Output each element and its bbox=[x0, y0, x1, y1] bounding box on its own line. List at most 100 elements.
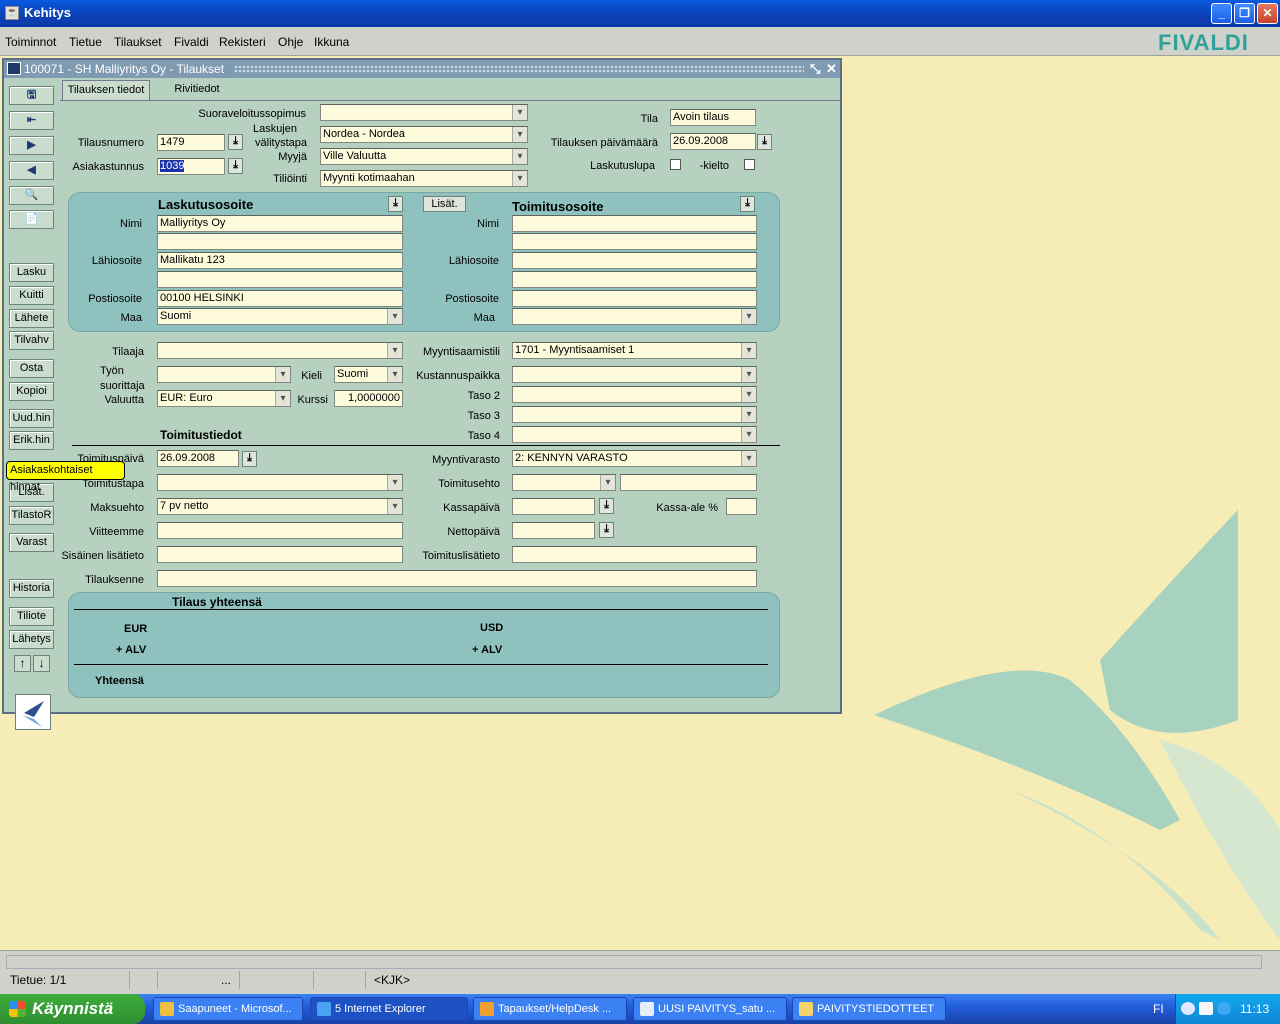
toimitusehto-text-field[interactable] bbox=[620, 474, 757, 491]
tilvahv-button[interactable]: Tilvahv bbox=[9, 331, 54, 350]
tray-mail-icon[interactable] bbox=[1199, 1002, 1213, 1015]
shipping-lahiosoite-field[interactable] bbox=[512, 252, 757, 269]
tab-tilauksen-tiedot[interactable]: Tilauksen tiedot bbox=[62, 80, 150, 100]
suoraveloitus-select[interactable] bbox=[320, 104, 528, 121]
menu-ohje[interactable]: Ohje bbox=[278, 35, 303, 49]
toimituspaiva-calendar-icon[interactable]: ⤓ bbox=[242, 451, 257, 467]
menu-tietue[interactable]: Tietue bbox=[69, 35, 102, 49]
tila-field[interactable]: Avoin tilaus bbox=[670, 109, 756, 126]
maksuehto-select[interactable]: 7 pv netto bbox=[157, 498, 403, 515]
kassapaiva-calendar-icon[interactable]: ⤓ bbox=[599, 498, 614, 514]
lahete-button[interactable]: Lähete bbox=[9, 309, 54, 328]
valuutta-select[interactable]: EUR: Euro bbox=[157, 390, 291, 407]
osta-button[interactable]: Osta bbox=[9, 359, 54, 378]
taso4-select[interactable] bbox=[512, 426, 757, 443]
kuitti-button[interactable]: Kuitti bbox=[9, 286, 54, 305]
tray-network-icon[interactable] bbox=[1217, 1002, 1231, 1015]
tab-rivitiedot[interactable]: Rivitiedot bbox=[151, 80, 243, 100]
kieli-select[interactable]: Suomi bbox=[334, 366, 403, 383]
valitystapa-select[interactable]: Nordea - Nordea bbox=[320, 126, 528, 143]
toimituspaiva-field[interactable]: 26.09.2008 bbox=[157, 450, 239, 467]
toimituslisatieto-field[interactable] bbox=[512, 546, 757, 563]
lasku-button[interactable]: Lasku bbox=[9, 263, 54, 282]
lisat-button[interactable]: Lisät. bbox=[423, 196, 466, 212]
form-close-icon[interactable]: ✕ bbox=[826, 61, 837, 77]
shipping-postiosoite-field[interactable] bbox=[512, 290, 757, 307]
billing-nimi2-field[interactable] bbox=[157, 233, 403, 250]
asiakastunnus-field[interactable]: 1039 bbox=[157, 158, 225, 175]
tiliointi-select[interactable]: Myynti kotimaahan bbox=[320, 170, 528, 187]
save-icon[interactable]: 🖫 bbox=[9, 86, 54, 105]
exit-icon[interactable]: ⇤ bbox=[9, 111, 54, 130]
task-internet-explorer[interactable]: 5 Internet Explorer bbox=[310, 997, 468, 1021]
tiliote-button[interactable]: Tiliote bbox=[9, 607, 54, 626]
close-button[interactable]: ✕ bbox=[1257, 3, 1278, 24]
tilaaja-select[interactable] bbox=[157, 342, 403, 359]
shipping-maa-select[interactable] bbox=[512, 308, 757, 325]
billing-lookup-icon[interactable]: ⤓ bbox=[388, 196, 403, 212]
paivamaara-calendar-icon[interactable]: ⤓ bbox=[757, 134, 772, 150]
kielto-checkbox[interactable] bbox=[744, 159, 755, 170]
asiakastunnus-lookup-icon[interactable]: ⤓ bbox=[228, 158, 243, 174]
arrow-up-icon[interactable]: ↑ bbox=[14, 655, 31, 672]
task-word-document[interactable]: UUSI PAIVITYS_satu ... bbox=[633, 997, 787, 1021]
nettopaiva-field[interactable] bbox=[512, 522, 595, 539]
billing-lahiosoite2-field[interactable] bbox=[157, 271, 403, 288]
menu-fivaldi[interactable]: Fivaldi bbox=[174, 35, 209, 49]
language-indicator[interactable]: FI bbox=[1153, 1002, 1164, 1016]
kopioi-button[interactable]: Kopioi bbox=[9, 382, 54, 401]
billing-nimi-field[interactable]: Malliyritys Oy bbox=[157, 215, 403, 232]
tray-expand-icon[interactable] bbox=[1181, 1002, 1195, 1015]
kustannuspaikka-select[interactable] bbox=[512, 366, 757, 383]
myyntivarasto-select[interactable]: 2: KENNYN VARASTO bbox=[512, 450, 757, 467]
task-outlook[interactable]: Saapuneet - Microsof... bbox=[153, 997, 303, 1021]
myyja-select[interactable]: Ville Valuutta bbox=[320, 148, 528, 165]
billing-lahiosoite-field[interactable]: Mallikatu 123 bbox=[157, 252, 403, 269]
taso3-select[interactable] bbox=[512, 406, 757, 423]
shipping-nimi-field[interactable] bbox=[512, 215, 757, 232]
erik-hin-button[interactable]: Erik.hin bbox=[9, 431, 54, 450]
sisainen-field[interactable] bbox=[157, 546, 403, 563]
taso2-select[interactable] bbox=[512, 386, 757, 403]
uud-hin-button[interactable]: Uud.hin bbox=[9, 409, 54, 428]
task-helpdesk[interactable]: Tapaukset/HelpDesk ... bbox=[473, 997, 627, 1021]
myyntisaamistili-select[interactable]: 1701 - Myyntisaamiset 1 bbox=[512, 342, 757, 359]
billing-maa-select[interactable]: Suomi bbox=[157, 308, 403, 325]
historia-button[interactable]: Historia bbox=[9, 579, 54, 598]
search-icon[interactable]: 🔍 bbox=[9, 186, 54, 205]
previous-record-icon[interactable]: ◀ bbox=[9, 161, 54, 180]
menu-tilaukset[interactable]: Tilaukset bbox=[114, 35, 162, 49]
shipping-lahiosoite2-field[interactable] bbox=[512, 271, 757, 288]
kassapaiva-field[interactable] bbox=[512, 498, 595, 515]
lahetys-button[interactable]: Lähetys bbox=[9, 630, 54, 649]
minimize-button[interactable]: _ bbox=[1211, 3, 1232, 24]
menu-toiminnot[interactable]: Toiminnot bbox=[5, 35, 56, 49]
maximize-button[interactable]: ❐ bbox=[1234, 3, 1255, 24]
fivaldi-icon[interactable] bbox=[15, 694, 51, 730]
kurssi-field[interactable]: 1,0000000 bbox=[334, 390, 403, 407]
start-button[interactable]: Käynnistä bbox=[0, 994, 145, 1024]
tilauksenne-field[interactable] bbox=[157, 570, 757, 587]
tilastor-button[interactable]: TilastoR bbox=[9, 506, 54, 525]
shipping-lookup-icon[interactable]: ⤓ bbox=[740, 196, 755, 212]
form-minimize-icon[interactable]: ⤡ bbox=[810, 61, 820, 77]
new-record-icon[interactable]: 📄 bbox=[9, 210, 54, 229]
task-folder[interactable]: PAIVITYSTIEDOTTEET bbox=[792, 997, 946, 1021]
toimitustapa-select[interactable] bbox=[157, 474, 403, 491]
toimitusehto-select[interactable] bbox=[512, 474, 616, 491]
tilausnumero-field[interactable]: 1479 bbox=[157, 134, 225, 151]
tilausnumero-lookup-icon[interactable]: ⤓ bbox=[228, 134, 243, 150]
nettopaiva-calendar-icon[interactable]: ⤓ bbox=[599, 522, 614, 538]
kassaale-field[interactable] bbox=[726, 498, 757, 515]
menu-rekisteri[interactable]: Rekisteri bbox=[219, 35, 266, 49]
viitteemme-field[interactable] bbox=[157, 522, 403, 539]
next-record-icon[interactable]: ▶ bbox=[9, 136, 54, 155]
laskutuslupa-checkbox[interactable] bbox=[670, 159, 681, 170]
menu-ikkuna[interactable]: Ikkuna bbox=[314, 35, 349, 49]
paivamaara-field[interactable]: 26.09.2008 bbox=[670, 133, 756, 150]
varast-button[interactable]: Varast bbox=[9, 533, 54, 552]
tyon-suorittaja-select[interactable] bbox=[157, 366, 291, 383]
arrow-down-icon[interactable]: ↓ bbox=[33, 655, 50, 672]
shipping-nimi2-field[interactable] bbox=[512, 233, 757, 250]
billing-postiosoite-field[interactable]: 00100 HELSINKI bbox=[157, 290, 403, 307]
